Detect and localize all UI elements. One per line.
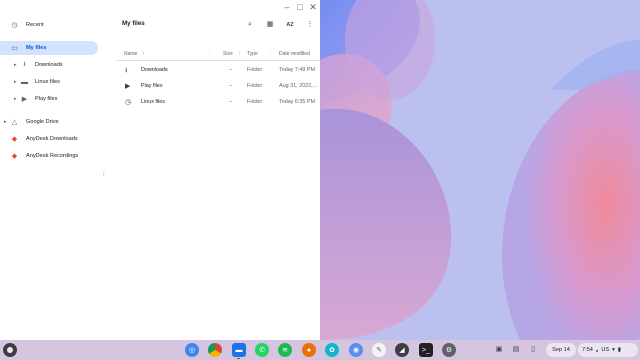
file-date: Aug 31, 2022,... (279, 83, 318, 89)
sidebar-item-google-drive[interactable]: △ Google Drive (0, 115, 104, 129)
sidebar-item-recent[interactable]: ◷ Recent (0, 18, 104, 32)
chrome-icon[interactable] (208, 343, 222, 357)
clipboard-icon[interactable]: ▤ (511, 345, 521, 355)
battery-icon: ▮ (617, 347, 621, 353)
app-icon-dark[interactable]: ◢ (395, 343, 409, 357)
file-date: Today 6:35 PM (279, 99, 315, 105)
screen-capture-icon[interactable]: ▣ (494, 345, 504, 355)
title-bar[interactable]: – □ ✕ (0, 0, 320, 14)
app-icon-1[interactable]: ◎ (185, 343, 199, 357)
sidebar-item-downloads[interactable]: ⭳ Downloads (18, 58, 104, 72)
close-button[interactable]: ✕ (307, 1, 319, 13)
column-divider-icon[interactable]: ⁞ (239, 51, 240, 57)
keyboard-layout: US (601, 347, 610, 353)
app-icon-teal[interactable]: ✿ (325, 343, 339, 357)
file-name: Play files (141, 83, 163, 89)
file-list-pane: My files ⌕ ▦ AZ ⋮ Name ↑ ⁞ Size ⁞ Type ⁞… (117, 14, 320, 340)
sort-icon[interactable]: AZ (284, 19, 296, 31)
expand-arrow-icon[interactable]: ▸ (14, 96, 17, 102)
launcher-button[interactable] (3, 343, 17, 357)
sidebar-item-anydesk-downloads[interactable]: ◆ AnyDesk Downloads (0, 132, 104, 146)
file-size: – (229, 83, 232, 89)
play-icon: ▶ (125, 83, 131, 90)
file-size: – (229, 67, 232, 73)
column-divider-icon[interactable]: ⁞ (209, 51, 210, 57)
file-type: Folder (247, 83, 263, 89)
wallpaper (320, 0, 640, 340)
download-icon: ⭳ (125, 67, 128, 74)
file-name: Linux files (141, 99, 165, 105)
stylus-icon[interactable]: ▯ (528, 345, 538, 355)
anydesk-icon: ◆ (11, 153, 18, 160)
column-divider-icon[interactable]: ⁞ (270, 51, 271, 57)
play-icon: ▶ (21, 96, 28, 103)
linux-icon: ◷ (125, 99, 132, 106)
running-indicator (237, 358, 240, 359)
notification-dot-icon: ● (595, 347, 599, 353)
settings-icon[interactable]: ⚙ (442, 343, 456, 357)
table-row[interactable]: ▶ Play files – Folder Aug 31, 2022,... (117, 78, 320, 94)
clock-time: 7:54 (582, 347, 593, 353)
splitter-handle-icon[interactable]: ⁞ (103, 172, 105, 178)
file-name: Downloads (141, 67, 168, 73)
file-type: Folder (247, 67, 263, 73)
drive-icon: △ (11, 119, 18, 126)
more-options-icon[interactable]: ⋮ (304, 19, 316, 31)
clock-icon: ◷ (11, 22, 18, 29)
app-icon-white[interactable]: ✎ (372, 343, 386, 357)
folder-icon: ▬ (21, 78, 28, 86)
shelf: ◎ ▬ ✆ ≋ ● ✿ ◉ ✎ ◢ >_ ⚙ ▣ ▤ ▯ Sep 14 7:54… (0, 340, 640, 360)
files-window: – □ ✕ ◷ Recent ▾ ▭ My files ▸ ⭳ Download… (0, 0, 320, 340)
wifi-icon: ▾ (612, 347, 615, 353)
laptop-icon: ▭ (11, 45, 18, 52)
expand-arrow-icon[interactable]: ▸ (14, 79, 17, 85)
anydesk-icon: ◆ (11, 136, 18, 143)
sidebar-item-label: AnyDesk Recordings (26, 153, 79, 159)
search-icon[interactable]: ⌕ (244, 19, 256, 31)
sidebar-item-linux-files[interactable]: ▬ Linux files (18, 75, 104, 89)
breadcrumb[interactable]: My files (122, 20, 145, 27)
column-header-row: Name ↑ ⁞ Size ⁞ Type ⁞ Date modified (117, 48, 320, 61)
whatsapp-icon[interactable]: ✆ (255, 343, 269, 357)
app-icon-blue[interactable]: ◉ (349, 343, 363, 357)
sidebar-item-anydesk-recordings[interactable]: ◆ AnyDesk Recordings (0, 149, 104, 163)
column-header-name[interactable]: Name (124, 51, 137, 57)
spotify-icon[interactable]: ≋ (278, 343, 292, 357)
maximize-button[interactable]: □ (294, 1, 306, 13)
sidebar-item-label: Google Drive (26, 119, 59, 125)
sidebar-item-label: My files (26, 45, 47, 51)
sidebar-item-label: Downloads (35, 62, 63, 68)
file-date: Today 7:49 PM (279, 67, 315, 73)
minimize-button[interactable]: – (281, 1, 293, 13)
sidebar-item-label: Play files (35, 96, 58, 102)
terminal-icon[interactable]: >_ (419, 343, 433, 357)
sidebar-item-play-files[interactable]: ▶ Play files (18, 92, 104, 106)
sidebar-item-label: AnyDesk Downloads (26, 136, 78, 142)
table-row[interactable]: ◷ Linux files – Folder Today 6:35 PM (117, 94, 320, 110)
app-icon-orange[interactable]: ● (302, 343, 316, 357)
table-row[interactable]: ⭳ Downloads – Folder Today 7:49 PM (117, 62, 320, 78)
grid-view-icon[interactable]: ▦ (264, 19, 276, 31)
sidebar-item-label: Recent (26, 22, 44, 28)
column-header-size[interactable]: Size (223, 51, 233, 57)
sidebar-item-my-files[interactable]: ▭ My files (0, 41, 98, 55)
sort-up-arrow-icon: ↑ (142, 51, 145, 57)
download-icon: ⭳ (23, 60, 26, 68)
date-pill[interactable]: Sep 14 (546, 343, 576, 357)
expand-arrow-icon[interactable]: ▸ (14, 62, 17, 68)
column-header-date-modified[interactable]: Date modified (279, 51, 310, 57)
sidebar-item-label: Linux files (35, 79, 60, 85)
files-app-icon[interactable]: ▬ (232, 343, 246, 357)
status-area[interactable]: 7:54 ● US ▾ ▮ (578, 343, 638, 357)
file-size: – (229, 99, 232, 105)
sidebar: ◷ Recent ▾ ▭ My files ▸ ⭳ Downloads ▸ ▬ … (0, 14, 106, 340)
column-header-type[interactable]: Type (247, 51, 258, 57)
file-type: Folder (247, 99, 263, 105)
